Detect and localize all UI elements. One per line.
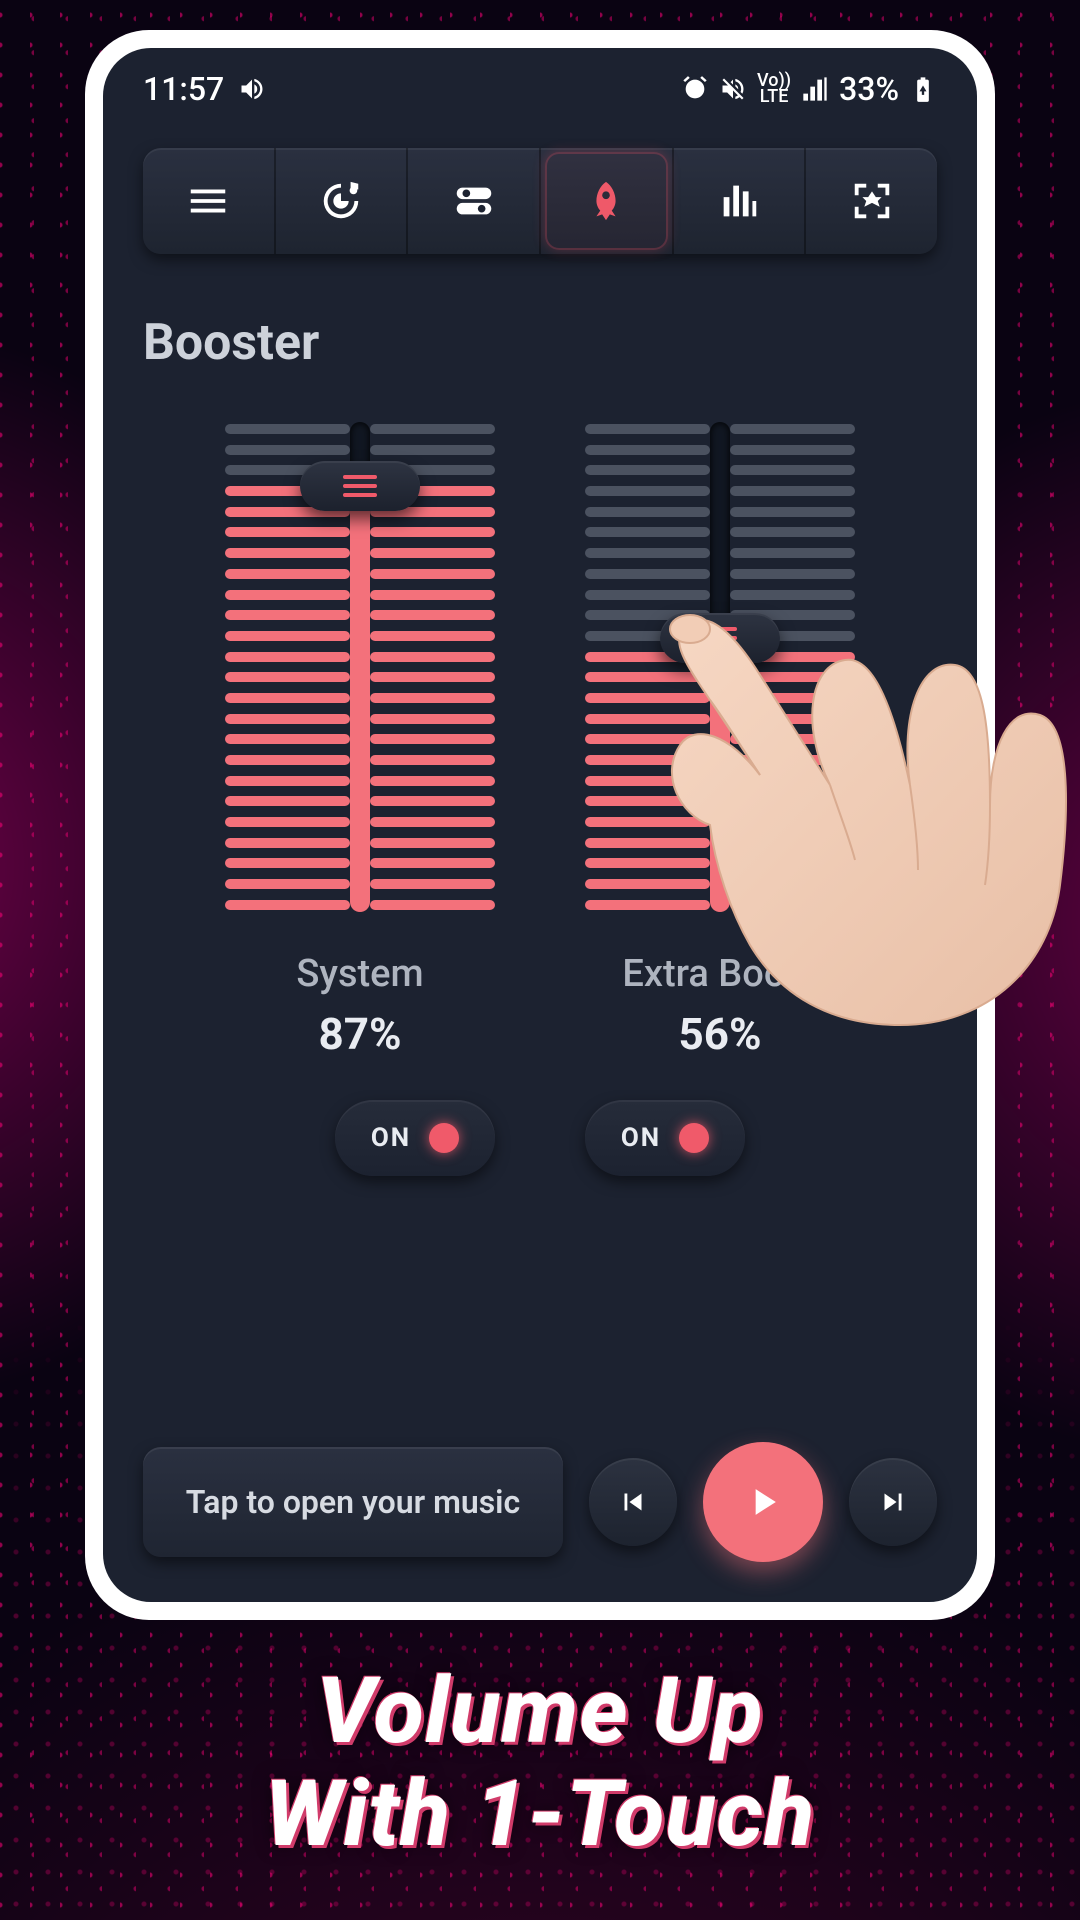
tab-menu[interactable] (143, 148, 276, 254)
extra-boost-value: 56% (585, 1008, 855, 1060)
system-toggle[interactable]: ON (335, 1100, 495, 1176)
sliders-area (143, 422, 937, 912)
toggles-area: ON ON (143, 1100, 937, 1176)
alarm-icon (681, 75, 709, 103)
slider-labels: System 87% Extra Boost 56% (143, 952, 937, 1060)
prev-button[interactable] (589, 1458, 677, 1546)
system-label: System (225, 952, 495, 996)
tab-booster[interactable] (541, 148, 674, 254)
app-screen: 11:57 Vo)) LTE 33% (103, 48, 977, 1602)
system-value: 87% (225, 1008, 495, 1060)
extra-boost-toggle[interactable]: ON (585, 1100, 745, 1176)
tab-settings[interactable] (408, 148, 541, 254)
extra-boost-toggle-label: ON (621, 1123, 661, 1153)
status-battery: 33% (839, 70, 899, 108)
extra-boost-slider-thumb[interactable] (660, 613, 780, 663)
tab-scan[interactable] (806, 148, 937, 254)
open-music-button[interactable]: Tap to open your music (143, 1447, 563, 1557)
caption-line2: With 1-Touch (0, 1763, 1080, 1866)
status-network-label: Vo)) LTE (757, 73, 791, 105)
signal-icon (801, 75, 829, 103)
phone-frame: 11:57 Vo)) LTE 33% (85, 30, 995, 1620)
status-bar: 11:57 Vo)) LTE 33% (143, 48, 937, 118)
top-nav (143, 148, 937, 254)
extra-boost-label: Extra Boost (585, 952, 855, 996)
extra-boost-slider[interactable] (585, 422, 855, 912)
section-title: Booster (143, 314, 937, 372)
toggle-dot-icon (679, 1123, 709, 1153)
tab-equalizer[interactable] (674, 148, 807, 254)
caption: Volume Up With 1-Touch (0, 1660, 1080, 1866)
next-button[interactable] (849, 1458, 937, 1546)
tab-music[interactable] (276, 148, 409, 254)
mute-icon (719, 75, 747, 103)
status-time: 11:57 (143, 70, 224, 108)
system-slider[interactable] (225, 422, 495, 912)
player-bar: Tap to open your music (143, 1442, 937, 1562)
battery-icon (909, 75, 937, 103)
play-button[interactable] (703, 1442, 823, 1562)
volume-icon (238, 75, 266, 103)
system-toggle-label: ON (371, 1123, 411, 1153)
system-slider-thumb[interactable] (300, 461, 420, 511)
caption-line1: Volume Up (0, 1660, 1080, 1763)
toggle-dot-icon (429, 1123, 459, 1153)
open-music-label: Tap to open your music (186, 1483, 520, 1521)
